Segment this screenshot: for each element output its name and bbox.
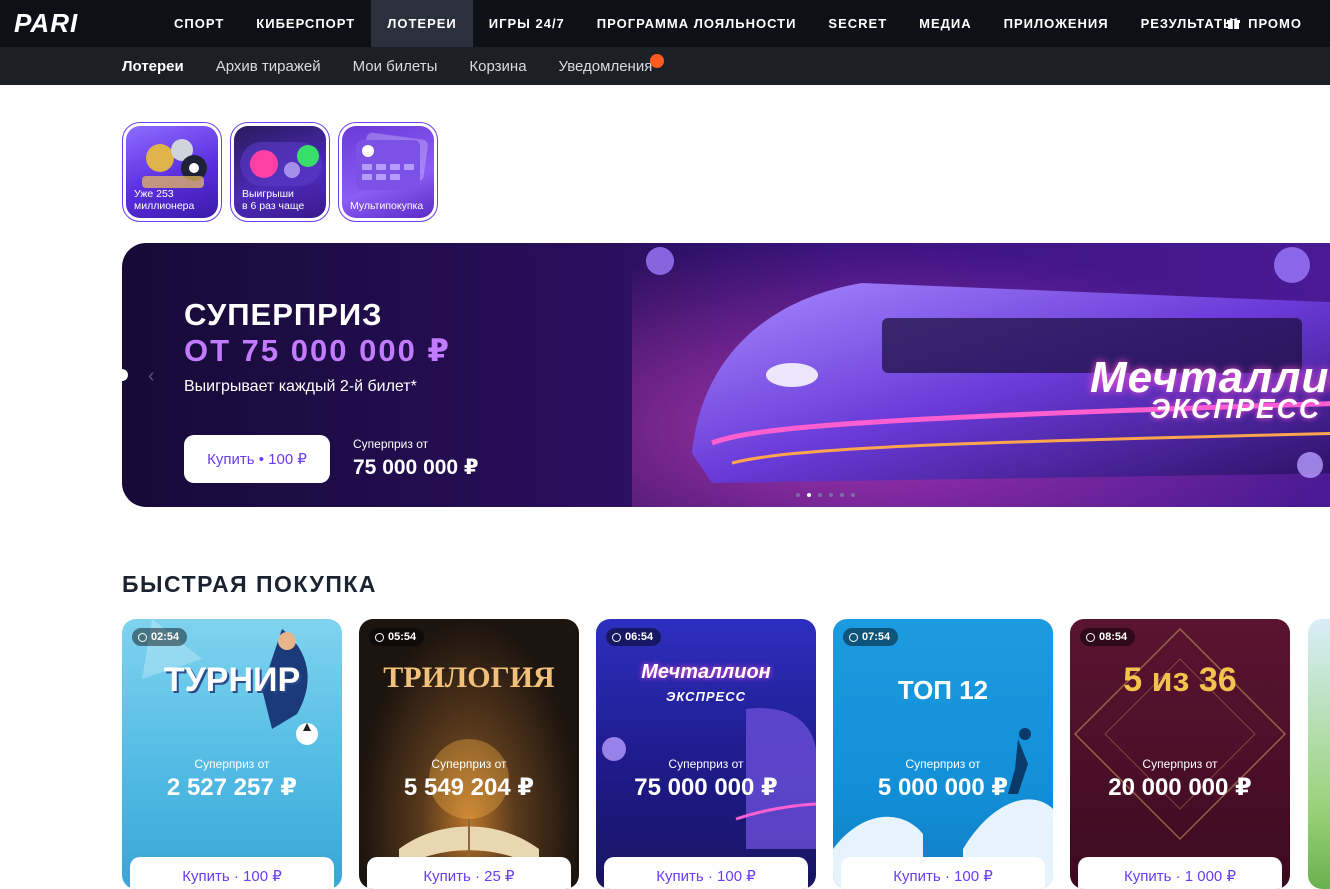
nav-lotteries[interactable]: ЛОТЕРЕИ xyxy=(371,0,473,47)
banner-prize-label: Суперприз от xyxy=(353,437,429,451)
lottery-card-top12[interactable]: 07:54 ТОП 12 Суперприз от 5 000 000 ₽ Ку… xyxy=(833,619,1053,889)
draw-timer: 05:54 xyxy=(369,628,425,646)
card-logo: ТУРНИР xyxy=(163,661,301,699)
promo-banner[interactable]: Мечталлион ЭКСПРЕСС ‹ СУПЕРПРИЗ ОТ 75 00… xyxy=(122,243,1330,507)
subnav-notifications[interactable]: Уведомления xyxy=(543,47,669,85)
banner-prize-value: 75 000 000 ₽ xyxy=(353,456,479,479)
carousel-dot-active[interactable] xyxy=(807,493,811,497)
nav-games[interactable]: ИГРЫ 24/7 xyxy=(473,0,581,47)
clock-icon xyxy=(612,632,621,642)
story-wins-more-often[interactable]: Выигрыши в 6 раз чаще xyxy=(230,122,330,222)
surfer-wave-illustration xyxy=(833,728,1053,889)
card-prize: 20 000 000 ₽ xyxy=(1108,774,1252,801)
card-logo: ТРИЛОГИЯ xyxy=(383,661,555,694)
card-buy-button[interactable]: Купить · 100 ₽ xyxy=(604,857,808,889)
card-prize-label: Суперприз от xyxy=(1142,757,1218,771)
lottery-card-mechtallion[interactable]: 06:54 Мечталлион ЭКСПРЕСС Суперприз от 7… xyxy=(596,619,816,889)
pari-logo[interactable]: PARI xyxy=(14,10,108,36)
story-millionaires[interactable]: Уже 253 миллионера xyxy=(122,122,222,222)
logo-text: PARI xyxy=(14,10,78,36)
subnav-lotteries[interactable]: Лотереи xyxy=(106,47,200,85)
card-prize-label: Суперприз от xyxy=(668,757,744,771)
story-label: Выигрыши в 6 раз чаще xyxy=(242,188,305,212)
card-buy-button[interactable]: Купить · 100 ₽ xyxy=(130,857,334,889)
carousel-dot[interactable] xyxy=(796,493,800,497)
subnav-my-tickets[interactable]: Мои билеты xyxy=(337,47,454,85)
promo-button[interactable]: ПРОМО xyxy=(1227,0,1302,47)
carousel-dot[interactable] xyxy=(851,493,855,497)
clock-icon xyxy=(1086,632,1095,642)
gift-icon xyxy=(1227,18,1241,29)
story-label: Уже 253 миллионера xyxy=(134,188,195,212)
draw-timer: 08:54 xyxy=(1080,628,1136,646)
carousel-dot[interactable] xyxy=(840,493,844,497)
stories-row: Уже 253 миллионера Выигрыши в 6 раз чаще xyxy=(122,122,438,222)
story-multi-purchase[interactable]: Мультипокупка xyxy=(338,122,438,222)
main-nav: СПОРТ КИБЕРСПОРТ ЛОТЕРЕИ ИГРЫ 24/7 ПРОГР… xyxy=(158,0,1253,47)
quick-buy-cards: 02:54 ТУРНИР Суперприз от 2 527 257 ₽ Ку… xyxy=(122,619,1290,889)
subnav-archive[interactable]: Архив тиражей xyxy=(200,47,337,85)
draw-timer: 06:54 xyxy=(606,628,662,646)
draw-timer: 07:54 xyxy=(843,628,899,646)
promo-label: ПРОМО xyxy=(1248,16,1302,31)
nav-media[interactable]: МЕДИА xyxy=(903,0,988,47)
nav-sport[interactable]: СПОРТ xyxy=(158,0,240,47)
card-buy-button[interactable]: Купить · 100 ₽ xyxy=(841,857,1045,889)
express-train-illustration xyxy=(602,708,816,849)
card-prize-label: Суперприз от xyxy=(905,757,981,771)
lottery-card-5of36[interactable]: 08:54 5 из 36 Суперприз от 20 000 000 ₽ … xyxy=(1070,619,1290,889)
diamond-pattern-illustration xyxy=(1073,627,1287,841)
clock-icon xyxy=(375,632,384,642)
nav-loyalty[interactable]: ПРОГРАММА ЛОЯЛЬНОСТИ xyxy=(581,0,813,47)
card-buy-button[interactable]: Купить · 25 ₽ xyxy=(367,857,571,889)
banner-subtitle: Выигрывает каждый 2-й билет* xyxy=(184,378,417,395)
card-prize: 2 527 257 ₽ xyxy=(166,774,298,801)
lottery-card-next[interactable] xyxy=(1308,619,1330,889)
banner-title-amount: ОТ 75 000 000 ₽ xyxy=(184,333,451,368)
carousel-dot[interactable] xyxy=(818,493,822,497)
quick-buy-title: БЫСТРАЯ ПОКУПКА xyxy=(122,571,378,597)
carousel-dots xyxy=(796,493,855,497)
card-logo: Мечталлион xyxy=(641,661,771,683)
sub-nav: Лотереи Архив тиражей Мои билеты Корзина… xyxy=(0,47,1330,85)
carousel-prev-handle[interactable] xyxy=(122,369,128,381)
card-logo: ТОП 12 xyxy=(897,675,989,705)
subnav-cart[interactable]: Корзина xyxy=(453,47,542,85)
card-buy-button[interactable]: Купить · 1 000 ₽ xyxy=(1078,857,1282,889)
banner-title: СУПЕРПРИЗ xyxy=(184,297,383,332)
card-prize-label: Суперприз от xyxy=(431,757,507,771)
lottery-card-trilogy[interactable]: 05:54 ТРИЛОГИЯ Суперприз от 5 549 204 ₽ … xyxy=(359,619,579,889)
nav-secret[interactable]: SECRET xyxy=(812,0,903,47)
carousel-dot[interactable] xyxy=(829,493,833,497)
card-prize: 75 000 000 ₽ xyxy=(634,774,778,801)
card-logo: 5 из 36 xyxy=(1123,661,1237,699)
subnav-notifications-label: Уведомления xyxy=(558,57,653,75)
lottery-logo-subtitle: ЭКСПРЕСС xyxy=(1150,393,1322,424)
top-nav: PARI СПОРТ КИБЕРСПОРТ ЛОТЕРЕИ ИГРЫ 24/7 … xyxy=(0,0,1330,47)
clock-icon xyxy=(138,632,147,642)
chevron-left-icon[interactable]: ‹ xyxy=(148,365,155,388)
story-label: Мультипокупка xyxy=(350,200,424,212)
card-prize: 5 549 204 ₽ xyxy=(403,774,535,801)
nav-apps[interactable]: ПРИЛОЖЕНИЯ xyxy=(988,0,1125,47)
draw-timer: 02:54 xyxy=(132,628,188,646)
banner-buy-button[interactable]: Купить • 100 ₽ xyxy=(184,435,330,483)
card-prize: 5 000 000 ₽ xyxy=(877,774,1009,801)
magic-book-illustration xyxy=(399,739,539,869)
nav-esport[interactable]: КИБЕРСПОРТ xyxy=(240,0,371,47)
notification-dot xyxy=(650,54,665,68)
lottery-card-turnir[interactable]: 02:54 ТУРНИР Суперприз от 2 527 257 ₽ Ку… xyxy=(122,619,342,889)
card-prize-label: Суперприз от xyxy=(194,757,270,771)
card-logo-subtitle: ЭКСПРЕСС xyxy=(665,689,747,704)
clock-icon xyxy=(849,632,858,642)
